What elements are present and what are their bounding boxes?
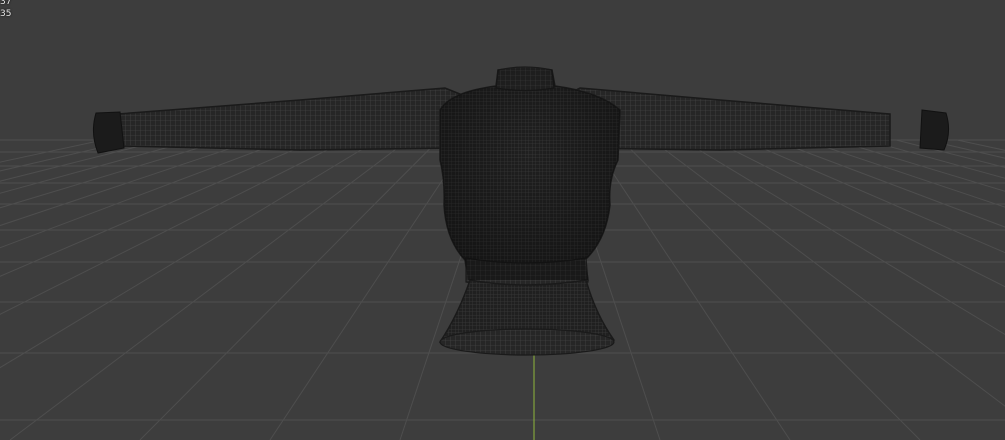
grid-line-v: [773, 139, 1005, 228]
stats-line-2: 35: [0, 9, 12, 19]
stats-line-1: 37: [0, 0, 12, 7]
grid-line-v: [0, 139, 226, 209]
hem-opening: [439, 328, 615, 356]
grid-line-v: [651, 139, 1005, 407]
grid-line-v: [0, 139, 134, 172]
grid-line-v: [0, 139, 287, 249]
left-sleeve: [117, 87, 471, 151]
viewport-stats-overlay: 37 35: [0, 0, 11, 20]
right-cuff: [919, 109, 950, 151]
3d-viewport[interactable]: 37 35: [0, 0, 1005, 440]
grid-line-v: [621, 139, 921, 440]
grid-line-v: [834, 139, 1005, 192]
grid-line-v: [804, 139, 1005, 208]
grid-line-v: [743, 139, 1005, 254]
grid-line-v: [0, 139, 164, 182]
grid-line-v: [682, 139, 1005, 336]
viewport-canvas[interactable]: [0, 0, 1005, 440]
grid-line-v: [0, 139, 348, 315]
grid-line-v: [590, 139, 791, 440]
grid-line-v: [269, 139, 470, 440]
grid-line-v: [957, 139, 1005, 151]
grid-line-v: [139, 139, 439, 440]
left-cuff: [92, 111, 125, 154]
grid-line-v: [0, 139, 103, 163]
grid-line-v: [0, 139, 378, 369]
grid-line-v: [0, 139, 256, 227]
grid-line-v: [896, 139, 1005, 168]
sweater-mesh[interactable]: [92, 66, 950, 356]
grid-line-v: [9, 139, 409, 440]
